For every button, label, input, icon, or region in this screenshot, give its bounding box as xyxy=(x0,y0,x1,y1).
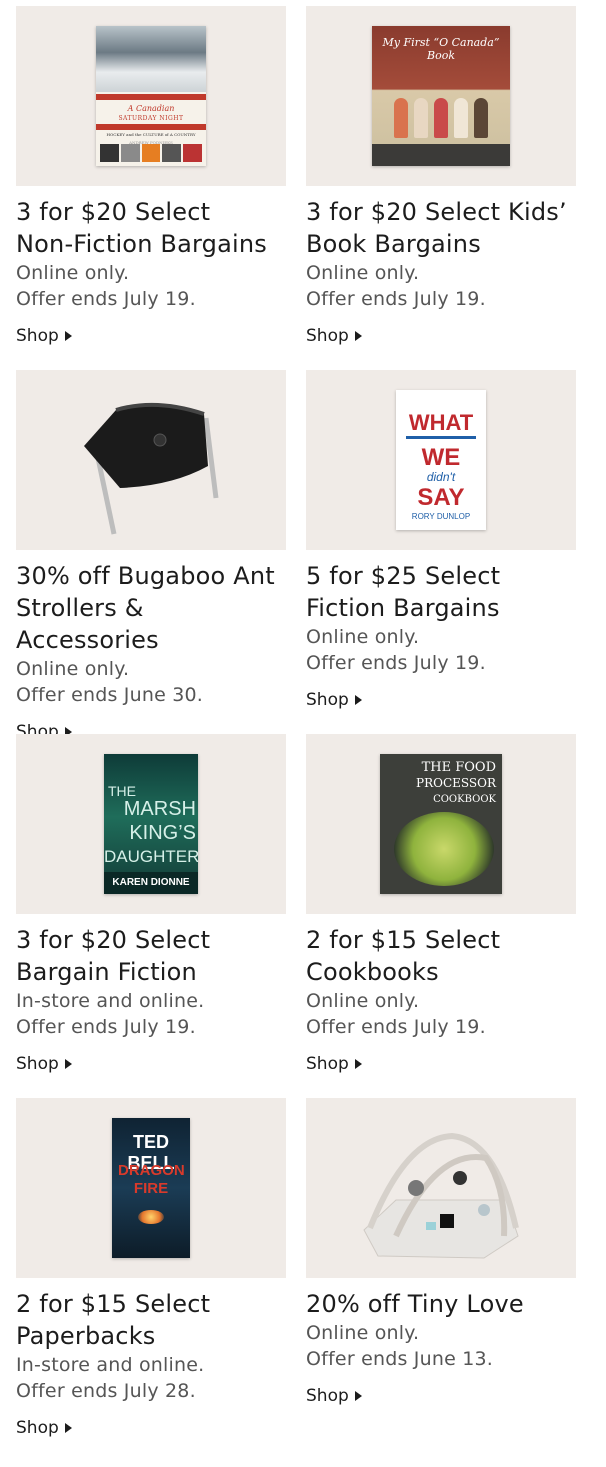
shop-link[interactable]: Shop xyxy=(16,1418,72,1438)
promo-end-date: Offer ends June 30. xyxy=(16,684,204,706)
book-cover-food-processor-cookbook: THE FOOD PROCESSOR COOKBOOK xyxy=(380,754,502,894)
play-arrow-icon xyxy=(354,695,362,705)
promo-end-date: Offer ends June 13. xyxy=(306,1348,494,1370)
promo-card-fiction: WHAT WE didn't SAY RORY DUNLOP 5 for $25… xyxy=(306,370,576,710)
promo-title[interactable]: 5 for $25 Select Fiction Bargains xyxy=(306,560,576,624)
promo-end-date: Offer ends July 19. xyxy=(16,1016,196,1038)
book-cover-what-we-didnt-say: WHAT WE didn't SAY RORY DUNLOP xyxy=(396,390,486,530)
promo-image[interactable]: My First “O Canada” Book xyxy=(306,6,576,186)
play-arrow-icon xyxy=(64,1423,72,1433)
promo-availability: In-store and online. xyxy=(16,1354,205,1376)
book-cover-canadian-saturday-night: A Canadian SATURDAY NIGHT HOCKEY and the… xyxy=(96,26,206,166)
promo-card-bargain-fiction: THE MARSH KING’S DAUGHTER KAREN DIONNE 3… xyxy=(16,734,286,1074)
promo-end-date: Offer ends July 28. xyxy=(16,1380,196,1402)
promo-image[interactable]: WHAT WE didn't SAY RORY DUNLOP xyxy=(306,370,576,550)
play-arrow-icon xyxy=(354,1059,362,1069)
promo-card-nonfiction: A Canadian SATURDAY NIGHT HOCKEY and the… xyxy=(16,6,286,346)
promo-title[interactable]: 2 for $15 Select Paperbacks xyxy=(16,1288,286,1352)
play-arrow-icon xyxy=(354,331,362,341)
promo-title[interactable]: 2 for $15 Select Cookbooks xyxy=(306,924,576,988)
promo-image[interactable] xyxy=(306,1098,576,1278)
book-cover-marsh-kings-daughter: THE MARSH KING’S DAUGHTER KAREN DIONNE xyxy=(104,754,198,894)
promo-availability: Online only. xyxy=(16,262,130,284)
promo-title[interactable]: 3 for $20 Select Non-Fiction Bargains xyxy=(16,196,286,260)
promo-card-cookbooks: THE FOOD PROCESSOR COOKBOOK 2 for $15 Se… xyxy=(306,734,576,1074)
promo-image[interactable]: THE FOOD PROCESSOR COOKBOOK xyxy=(306,734,576,914)
promo-title[interactable]: 20% off Tiny Love xyxy=(306,1288,576,1320)
promo-title[interactable]: 30% off Bugaboo Ant Strollers & Accessori… xyxy=(16,560,286,656)
promo-image[interactable] xyxy=(16,370,286,550)
shop-link[interactable]: Shop xyxy=(306,1386,362,1406)
play-arrow-icon xyxy=(64,331,72,341)
book-cover-dragon-fire: TED BELL DRAGON FIRE xyxy=(112,1118,190,1258)
promo-image[interactable]: A Canadian SATURDAY NIGHT HOCKEY and the… xyxy=(16,6,286,186)
promo-card-tiny-love: 20% off Tiny Love Online only. Offer end… xyxy=(306,1098,576,1406)
baby-play-gym-image xyxy=(363,1132,519,1259)
promo-availability: Online only. xyxy=(306,1322,420,1344)
book-cover-o-canada: My First “O Canada” Book xyxy=(372,26,510,166)
shop-link[interactable]: Shop xyxy=(306,326,362,346)
shop-link[interactable]: Shop xyxy=(306,690,362,710)
promo-image[interactable]: TED BELL DRAGON FIRE xyxy=(16,1098,286,1278)
promo-title[interactable]: 3 for $20 Select Bargain Fiction xyxy=(16,924,286,988)
promo-image[interactable]: THE MARSH KING’S DAUGHTER KAREN DIONNE xyxy=(16,734,286,914)
promo-availability: Online only. xyxy=(306,626,420,648)
promo-end-date: Offer ends July 19. xyxy=(306,288,486,310)
promo-card-kids-books: My First “O Canada” Book 3 for $20 Selec… xyxy=(306,6,576,346)
promo-title[interactable]: 3 for $20 Select Kids’ Book Bargains xyxy=(306,196,576,260)
promo-availability: Online only. xyxy=(306,990,420,1012)
stroller-organizer-image xyxy=(84,402,219,535)
promo-availability: In-store and online. xyxy=(16,990,205,1012)
promo-end-date: Offer ends July 19. xyxy=(306,1016,486,1038)
promo-card-bugaboo: 30% off Bugaboo Ant Strollers & Accessori… xyxy=(16,370,286,742)
promo-end-date: Offer ends July 19. xyxy=(16,288,196,310)
shop-link[interactable]: Shop xyxy=(16,1054,72,1074)
play-arrow-icon xyxy=(354,1391,362,1401)
promo-end-date: Offer ends July 19. xyxy=(306,652,486,674)
promo-availability: Online only. xyxy=(306,262,420,284)
promo-availability: Online only. xyxy=(16,658,130,680)
promo-card-paperbacks: TED BELL DRAGON FIRE 2 for $15 Select Pap… xyxy=(16,1098,286,1438)
play-arrow-icon xyxy=(64,1059,72,1069)
shop-link[interactable]: Shop xyxy=(16,326,72,346)
shop-link[interactable]: Shop xyxy=(306,1054,362,1074)
